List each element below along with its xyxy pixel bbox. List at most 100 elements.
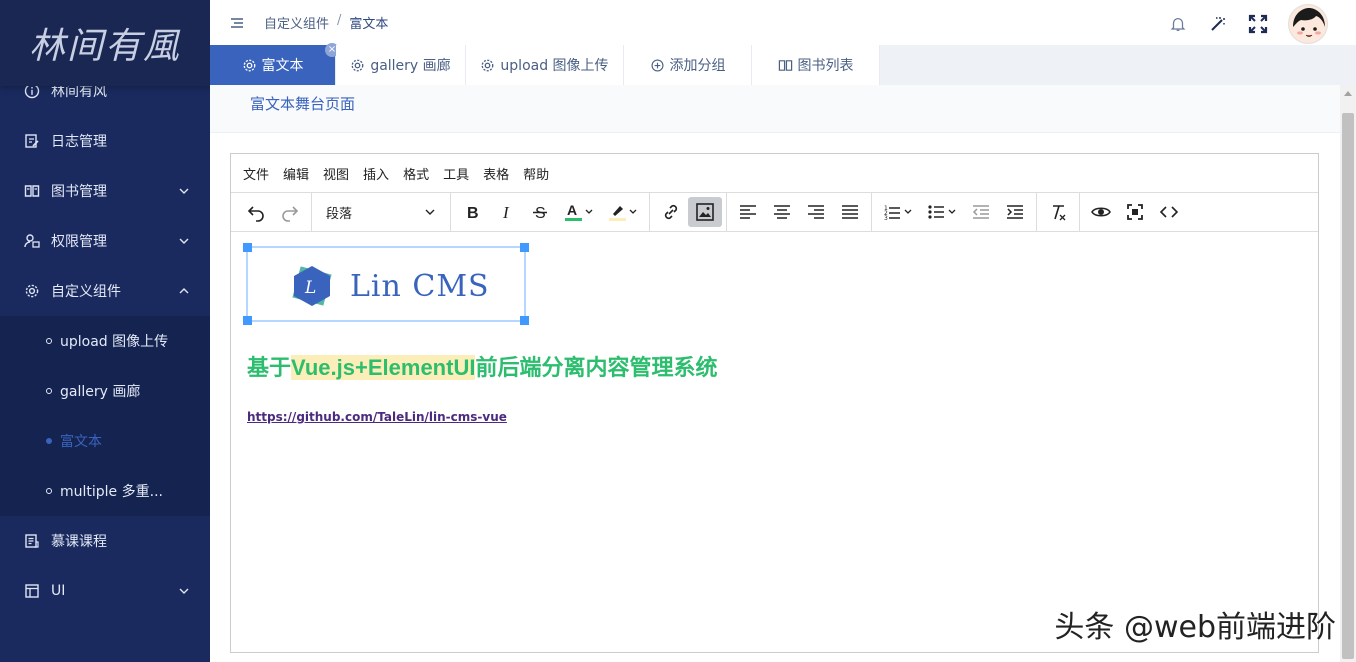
chevron-up-icon <box>179 288 189 294</box>
headline-pre: 基于 <box>247 355 292 380</box>
outdent-icon[interactable] <box>964 197 998 227</box>
svg-text:L: L <box>304 278 316 298</box>
logo-text: 林间有風 <box>28 26 181 67</box>
editor-content[interactable]: L Lin CMS 基于Vue.js+ElementUI前后端分离内容管理系统 … <box>231 232 1318 652</box>
bold-icon[interactable]: B <box>455 197 489 227</box>
italic-icon[interactable]: I <box>489 197 523 227</box>
menu-view[interactable]: 视图 <box>323 164 349 183</box>
undo-icon[interactable] <box>239 197 273 227</box>
resize-handle[interactable] <box>243 243 252 252</box>
resize-handle[interactable] <box>520 243 529 252</box>
scrollbar[interactable] <box>1340 85 1356 662</box>
bell-icon[interactable] <box>1168 14 1188 34</box>
watermark: 头条 @web前端进阶 <box>1054 610 1336 645</box>
indent-icon[interactable] <box>998 197 1032 227</box>
menu-tools[interactable]: 工具 <box>443 164 469 183</box>
avatar[interactable] <box>1288 4 1328 44</box>
scroll-thumb[interactable] <box>1342 113 1354 659</box>
logo[interactable]: 林间有風 <box>0 0 210 86</box>
menu-table[interactable]: 表格 <box>483 164 509 183</box>
resize-handle[interactable] <box>520 316 529 325</box>
menu-help[interactable]: 帮助 <box>523 164 549 183</box>
menu-insert[interactable]: 插入 <box>363 164 389 183</box>
align-left-icon[interactable] <box>731 197 765 227</box>
sidebar-menu: 林间有风 日志管理 图书管理 权限管理 自定义组件 upload 图像上传 ga… <box>0 66 210 616</box>
strikethrough-icon[interactable]: S <box>523 197 557 227</box>
breadcrumb-item[interactable]: 自定义组件 <box>264 13 329 32</box>
top-header: 自定义组件 / 富文本 <box>210 0 1356 45</box>
scroll-up-arrow[interactable] <box>1344 91 1352 96</box>
sidebar-item-label: 自定义组件 <box>51 284 121 300</box>
sidebar-item-books[interactable]: 图书管理 <box>0 166 210 216</box>
sub-item-gallery[interactable]: gallery 画廊 <box>0 366 210 416</box>
chevron-down-icon <box>179 588 189 594</box>
sub-item-label: upload 图像上传 <box>60 334 169 350</box>
source-code-icon[interactable] <box>1152 197 1186 227</box>
lin-cms-wordmark: Lin CMS <box>350 268 490 304</box>
sidebar-item-label: 慕课课程 <box>51 534 107 550</box>
svg-text:I: I <box>502 203 510 222</box>
sidebar-item-courses[interactable]: 慕课课程 <box>0 516 210 566</box>
align-right-icon[interactable] <box>799 197 833 227</box>
tab-gallery[interactable]: gallery 画廊 <box>336 45 466 85</box>
rich-text-editor: 文件 编辑 视图 插入 格式 工具 表格 帮助 段落 B I S A 1 2 3… <box>230 153 1319 653</box>
header-actions <box>1168 4 1328 44</box>
menu-format[interactable]: 格式 <box>403 164 429 183</box>
link-icon[interactable] <box>654 197 688 227</box>
sidebar-item-logs[interactable]: 日志管理 <box>0 116 210 166</box>
image-icon[interactable] <box>688 197 722 227</box>
redo-icon[interactable] <box>273 197 307 227</box>
sub-item-rich-text[interactable]: 富文本 <box>0 416 210 466</box>
sub-item-label: gallery 画廊 <box>60 384 141 400</box>
gear-icon <box>242 58 257 73</box>
tab-add-group[interactable]: 添加分组 <box>624 45 752 85</box>
sub-item-upload[interactable]: upload 图像上传 <box>0 316 210 366</box>
chevron-down-icon <box>179 238 189 244</box>
menu-toggle-icon[interactable] <box>230 16 244 30</box>
tab-upload[interactable]: upload 图像上传 <box>466 45 624 85</box>
fullscreen-icon[interactable] <box>1248 14 1268 34</box>
numbered-list-icon[interactable]: 123 <box>876 197 920 227</box>
sidebar: 林间有風 林间有风 日志管理 图书管理 权限管理 自定义组件 upload 图像… <box>0 0 210 662</box>
bullet-icon <box>46 338 52 344</box>
tab-book-list[interactable]: 图书列表 <box>752 45 880 85</box>
gear-icon <box>480 58 495 73</box>
tab-rich-text[interactable]: 富文本 × <box>210 43 339 85</box>
text-style-group: B I S A <box>451 192 650 232</box>
sub-item-multiple[interactable]: multiple 多重... <box>0 466 210 516</box>
fullscreen-icon[interactable] <box>1118 197 1152 227</box>
selected-image[interactable]: L Lin CMS <box>243 243 529 325</box>
breadcrumb: 自定义组件 / 富文本 <box>264 13 388 32</box>
tab-label: 富文本 <box>261 58 304 74</box>
sidebar-item-permissions[interactable]: 权限管理 <box>0 216 210 266</box>
menu-edit[interactable]: 编辑 <box>283 164 309 183</box>
chevron-down-icon <box>425 209 435 215</box>
bullet-list-icon[interactable] <box>920 197 964 227</box>
preview-icon[interactable] <box>1084 197 1118 227</box>
text-color-icon[interactable]: A <box>557 197 601 227</box>
clear-group <box>1037 192 1080 232</box>
lin-cms-logo: L Lin CMS <box>288 262 490 310</box>
bullet-icon <box>46 388 52 394</box>
svg-text:3: 3 <box>884 215 888 222</box>
align-justify-icon[interactable] <box>833 197 867 227</box>
sidebar-item-custom-components[interactable]: 自定义组件 <box>0 266 210 316</box>
sidebar-item-label: UI <box>51 583 66 599</box>
plus-circle-icon <box>650 58 665 73</box>
breadcrumb-current: 富文本 <box>349 17 389 32</box>
edit-doc-icon <box>24 133 40 149</box>
github-link[interactable]: https://github.com/TaleLin/lin-cms-vue <box>247 410 507 424</box>
magic-wand-icon[interactable] <box>1208 14 1228 34</box>
menu-file[interactable]: 文件 <box>243 164 269 183</box>
bullet-icon <box>46 438 52 444</box>
sidebar-item-label: 日志管理 <box>51 134 107 150</box>
sidebar-item-ui[interactable]: UI <box>0 566 210 616</box>
chevron-down-icon <box>179 188 189 194</box>
block-format-select[interactable]: 段落 <box>316 197 446 227</box>
align-center-icon[interactable] <box>765 197 799 227</box>
view-group <box>1080 193 1190 232</box>
resize-handle[interactable] <box>243 316 252 325</box>
highlight-color-icon[interactable] <box>601 197 645 227</box>
sidebar-item-label: 权限管理 <box>51 234 107 250</box>
clear-format-icon[interactable] <box>1041 197 1075 227</box>
